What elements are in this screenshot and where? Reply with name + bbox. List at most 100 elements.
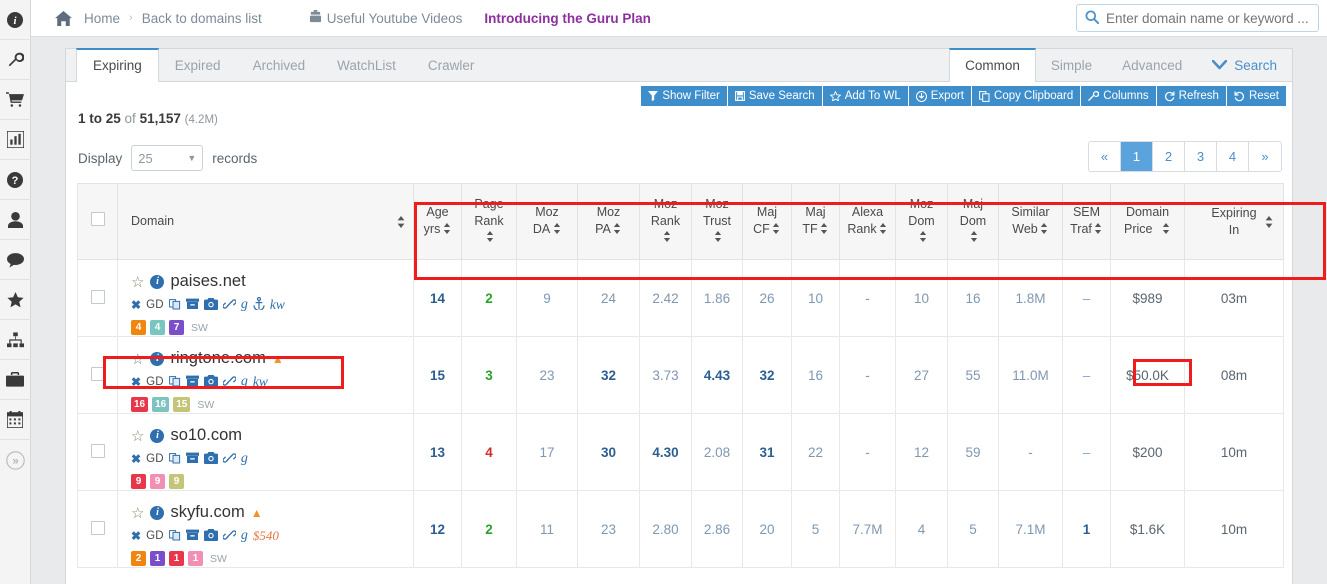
sidebar-item-messages[interactable] (0, 240, 31, 280)
table-row[interactable]: ☆ i paises.net ✖ GD g kw 4 4 7 SW 14 2 9 24 2.42 1.86 26 1… (77, 259, 1284, 337)
sidebar-item-reports[interactable] (0, 120, 31, 160)
table-row[interactable]: ☆ i so10.com ✖ GD g 9 9 9 13 4 17 30 4.30 2.08 31 22-12 5… (77, 413, 1284, 491)
domain-name-link[interactable]: ringtone.com (170, 349, 265, 368)
table-row[interactable]: ☆ i ringtone.com ▲ ✖ GD g kw 16 16 15 SW 15 3 23 32 3.73… (77, 336, 1284, 414)
gd-label[interactable]: GD (146, 376, 164, 388)
tab-expired[interactable]: Expired (159, 49, 237, 82)
add-to-wl-button[interactable]: Add To WL (822, 86, 909, 106)
select-all-checkbox[interactable] (90, 212, 105, 227)
anchor-icon[interactable] (253, 296, 265, 313)
star-icon[interactable]: ☆ (131, 427, 144, 445)
domain-name-link[interactable]: skyfu.com (170, 503, 244, 522)
search-input[interactable] (1106, 10, 1310, 26)
domain-cell[interactable]: ☆ i paises.net ✖ GD g kw 4 4 7 SW (117, 259, 414, 337)
link-icon[interactable] (222, 375, 237, 390)
th-moz-rank[interactable]: Moz Rank (639, 183, 692, 260)
save-search-button[interactable]: Save Search (727, 86, 823, 106)
refresh-button[interactable]: Refresh (1156, 86, 1227, 106)
th-sem-traf[interactable]: SEM Traf (1062, 183, 1111, 260)
archive-icon[interactable] (185, 529, 199, 544)
pagination-page-1[interactable]: 1 (1121, 142, 1153, 171)
info-icon[interactable]: i (150, 505, 165, 520)
breadcrumb-home[interactable]: Home (81, 11, 123, 26)
records-per-page-select[interactable]: 25 ▼ (131, 145, 204, 171)
useful-youtube-videos-link[interactable]: Useful Youtube Videos (309, 10, 462, 26)
star-icon[interactable]: ☆ (131, 504, 144, 522)
google-icon[interactable]: g (241, 451, 248, 467)
th-moz-trust[interactable]: Moz Trust (691, 183, 743, 260)
sidebar-item-projects[interactable] (0, 360, 31, 400)
tab-common[interactable]: Common (949, 48, 1036, 82)
th-similar-web[interactable]: Similar Web (998, 183, 1063, 260)
info-icon[interactable]: i (150, 274, 165, 289)
x-icon[interactable]: ✖ (131, 375, 141, 389)
domain-cell[interactable]: ☆ i skyfu.com ▲ ✖ GD g $540 2 1 1 1 SW (117, 490, 414, 568)
th-moz-dom[interactable]: Moz Dom (895, 183, 948, 260)
sidebar-item-info[interactable]: i (0, 0, 31, 40)
guru-plan-link[interactable]: Introducing the Guru Plan (484, 11, 651, 26)
copy-icon[interactable] (169, 298, 181, 313)
tab-advanced[interactable]: Advanced (1107, 49, 1197, 82)
sidebar-item-expand[interactable]: » (0, 440, 31, 480)
info-icon[interactable]: i (150, 428, 165, 443)
breadcrumb-back-to-domains[interactable]: Back to domains list (139, 11, 265, 26)
domain-name-link[interactable]: so10.com (170, 426, 242, 445)
th-domain[interactable]: Domain (117, 183, 414, 260)
row-checkbox[interactable] (90, 443, 105, 458)
copy-icon[interactable] (169, 452, 181, 467)
archive-icon[interactable] (185, 375, 199, 390)
pagination-next[interactable]: » (1249, 142, 1281, 171)
row-select-cell[interactable] (77, 490, 118, 568)
tab-simple[interactable]: Simple (1036, 49, 1107, 82)
sidebar-item-favorites[interactable] (0, 280, 31, 320)
info-icon[interactable]: i (150, 351, 165, 366)
export-button[interactable]: Export (908, 86, 973, 106)
x-icon[interactable]: ✖ (131, 529, 141, 543)
camera-icon[interactable] (203, 374, 218, 390)
th-age[interactable]: Age yrs (413, 183, 462, 260)
columns-button[interactable]: Columns (1081, 86, 1157, 106)
x-icon[interactable]: ✖ (131, 298, 141, 312)
tab-archived[interactable]: Archived (237, 49, 322, 82)
pagination-prev[interactable]: « (1089, 142, 1121, 171)
copy-clipboard-button[interactable]: Copy Clipboard (972, 86, 1082, 106)
copy-icon[interactable] (169, 375, 181, 390)
camera-icon[interactable] (203, 451, 218, 467)
th-moz-pa[interactable]: Moz PA (577, 183, 640, 260)
domain-cell[interactable]: ☆ i ringtone.com ▲ ✖ GD g kw 16 16 15 SW (117, 336, 414, 414)
tab-watchlist[interactable]: WatchList (321, 49, 412, 82)
kw-link[interactable]: kw (270, 297, 285, 313)
star-icon[interactable]: ☆ (131, 350, 144, 368)
sort-icon[interactable] (1265, 215, 1273, 233)
th-moz-da[interactable]: Moz DA (516, 183, 578, 260)
th-maj-cf[interactable]: Maj CF (742, 183, 792, 260)
star-icon[interactable]: ☆ (131, 273, 144, 291)
pagination-page-3[interactable]: 3 (1185, 142, 1217, 171)
camera-icon[interactable] (203, 297, 218, 313)
sidebar-item-cart[interactable] (0, 80, 31, 120)
copy-icon[interactable] (169, 529, 181, 544)
sort-icon[interactable] (397, 215, 405, 233)
row-checkbox[interactable] (90, 289, 105, 304)
row-checkbox[interactable] (90, 520, 105, 535)
archive-icon[interactable] (185, 452, 199, 467)
sidebar-item-calendar[interactable] (0, 400, 31, 440)
pagination-page-2[interactable]: 2 (1153, 142, 1185, 171)
global-search-box[interactable] (1076, 4, 1319, 32)
kw-link[interactable]: kw (253, 374, 268, 390)
th-expiring-in[interactable]: Expiring In (1184, 183, 1284, 260)
tool-price-label[interactable]: $540 (253, 528, 279, 544)
google-icon[interactable]: g (241, 528, 248, 544)
domain-cell[interactable]: ☆ i so10.com ✖ GD g 9 9 9 (117, 413, 414, 491)
sidebar-item-sitemap[interactable] (0, 320, 31, 360)
archive-icon[interactable] (185, 298, 199, 313)
gd-label[interactable]: GD (146, 299, 164, 311)
row-checkbox[interactable] (90, 366, 105, 381)
th-maj-dom[interactable]: Maj Dom (947, 183, 999, 260)
table-row[interactable]: ☆ i skyfu.com ▲ ✖ GD g $540 2 1 1 1 SW 12 2 11 23 2.80 2.8… (77, 490, 1284, 568)
th-domain-price[interactable]: Domain Price (1110, 183, 1185, 260)
row-select-cell[interactable] (77, 259, 118, 337)
google-icon[interactable]: g (241, 374, 248, 390)
tab-search[interactable]: Search (1197, 49, 1292, 82)
link-icon[interactable] (222, 298, 237, 313)
